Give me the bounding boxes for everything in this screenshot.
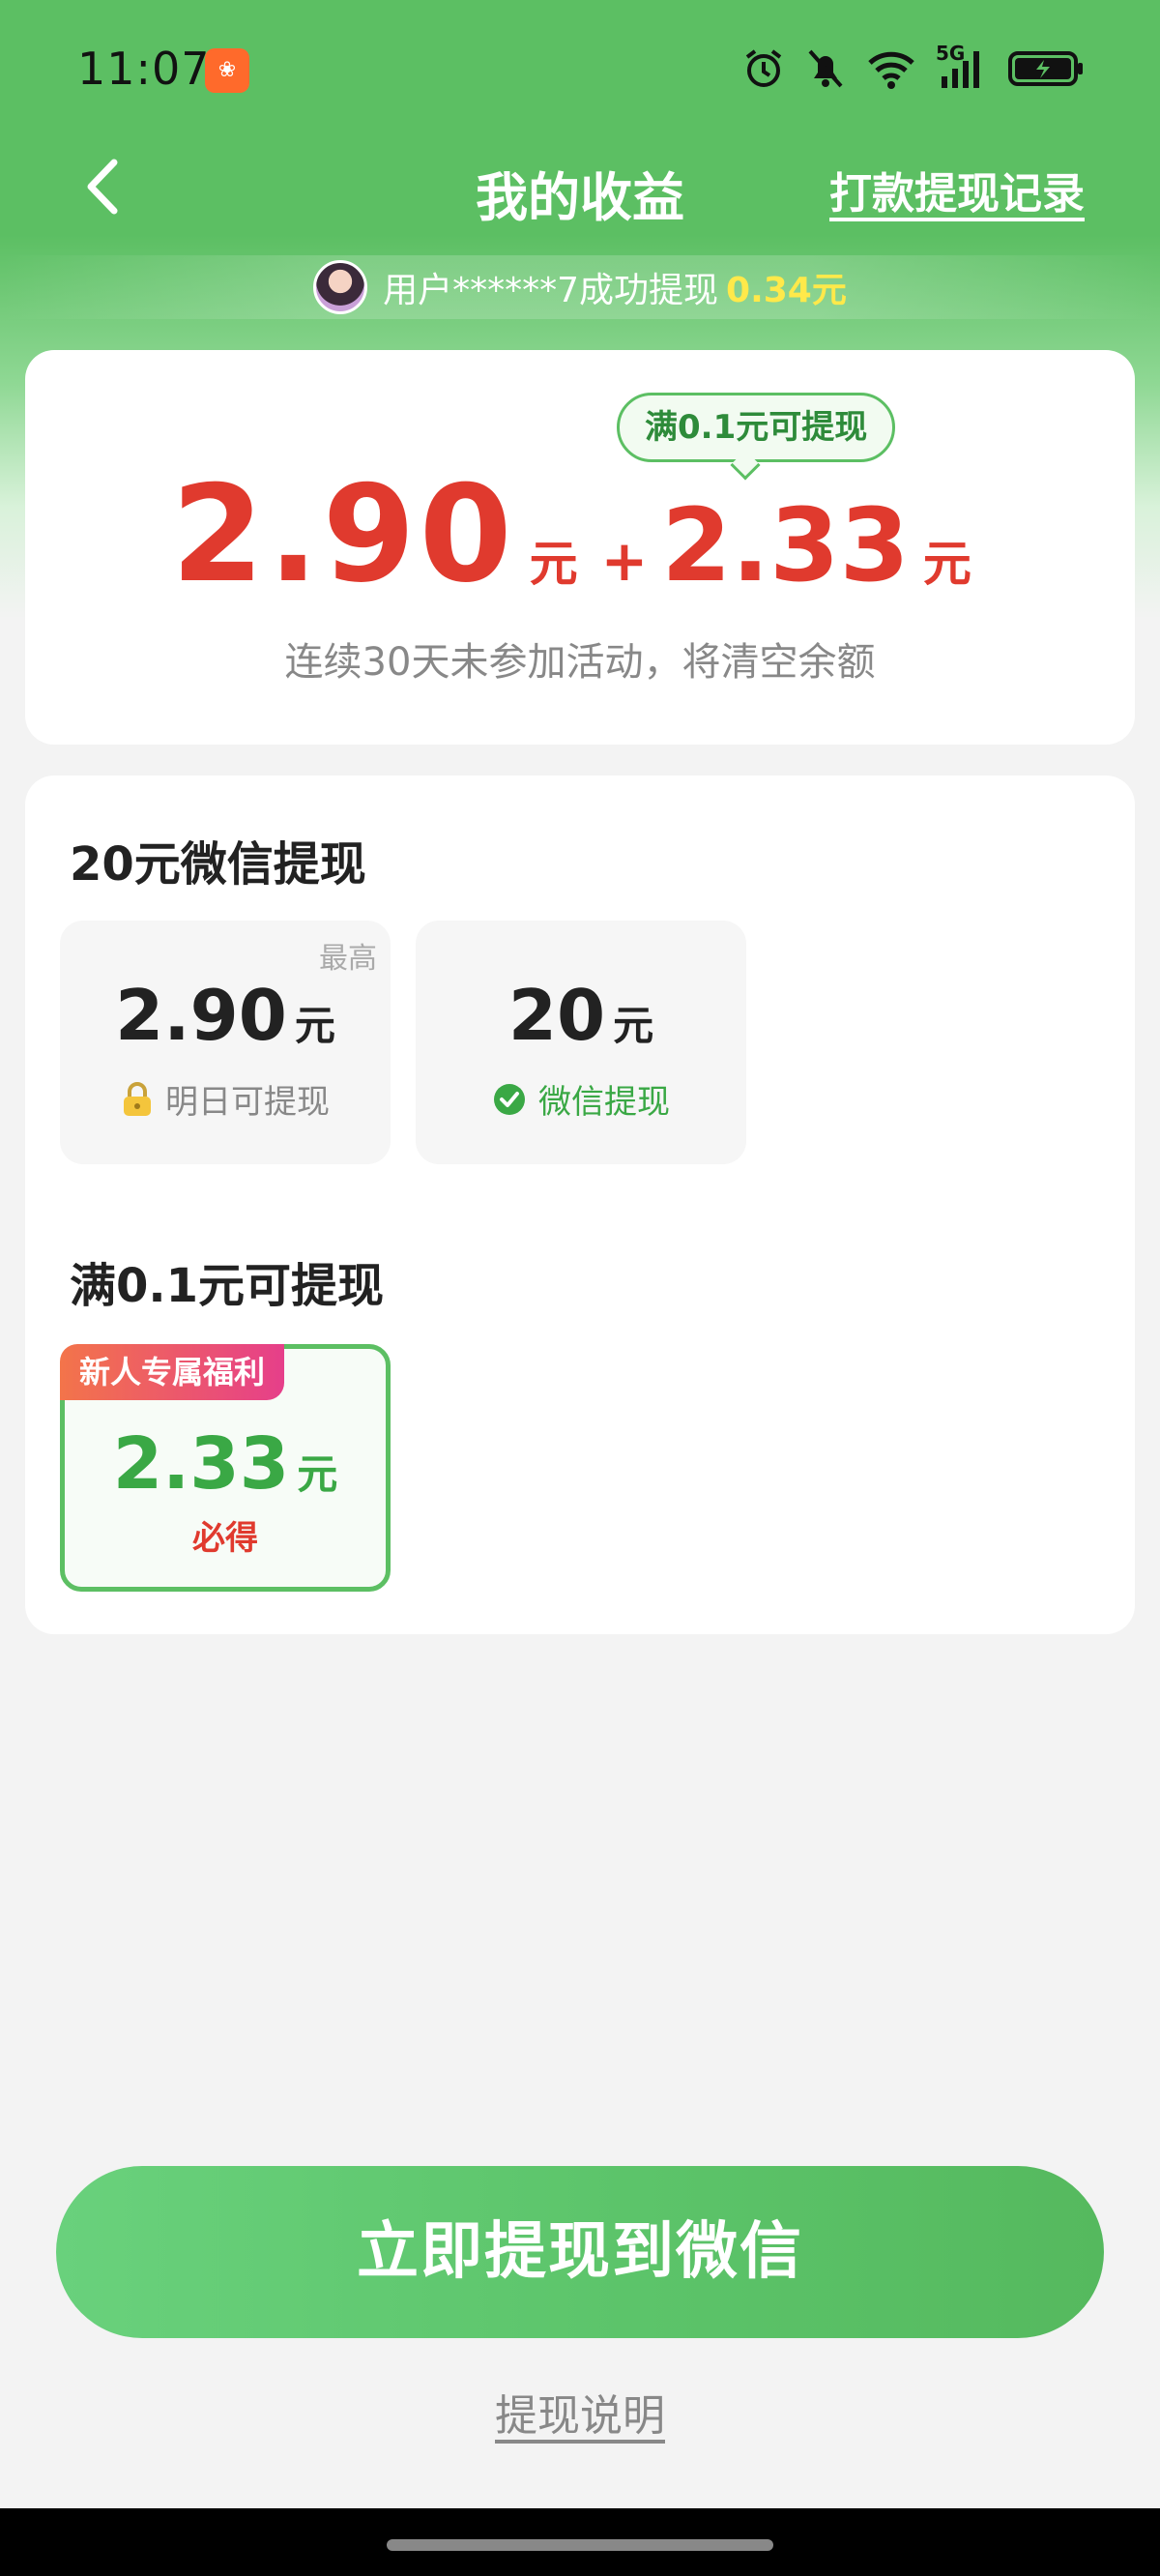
option-sub-label: 明日可提现	[165, 1083, 330, 1122]
wechat-check-icon	[494, 1083, 525, 1115]
newbie-section-title: 满0.1元可提现	[70, 1259, 385, 1313]
ticker-text: 用户******7成功提现	[383, 271, 719, 310]
newbie-reward-option[interactable]: 新人专属福利 2.33 元 必得	[60, 1344, 391, 1592]
alarm-icon	[742, 47, 785, 90]
wifi-icon	[866, 47, 916, 90]
threshold-bubble: 满0.1元可提现	[617, 393, 896, 462]
option-amount-value: 20	[508, 975, 606, 1056]
chevron-left-icon	[87, 159, 118, 215]
back-button[interactable]	[75, 153, 133, 220]
battery-icon	[1007, 47, 1085, 90]
app-notification-icon: ❀	[205, 48, 249, 93]
option-amount-unit: 元	[613, 1002, 654, 1049]
home-indicator[interactable]	[387, 2539, 773, 2551]
newbie-amount-value: 2.33	[112, 1422, 290, 1506]
withdraw-records-link[interactable]: 打款提现记录	[829, 159, 1085, 220]
option-amount-value: 2.90	[115, 975, 287, 1056]
option-corner-label: 最高	[319, 942, 377, 976]
mute-bell-icon	[806, 47, 845, 90]
status-icons: 5G	[742, 42, 1085, 93]
withdraw-option-20[interactable]: 20 元 微信提现	[416, 921, 746, 1164]
newbie-amount: 2.33 元	[65, 1422, 386, 1506]
option-sub-label: 微信提现	[538, 1083, 670, 1122]
withdraw-option-2-90[interactable]: 最高 2.90 元 明日可提现	[60, 921, 391, 1164]
plus-sign: +	[600, 528, 649, 594]
withdraw-explain-link: 提现说明	[0, 2381, 1160, 2443]
lock-icon	[124, 1081, 151, 1116]
wechat-section-title: 20元微信提现	[70, 837, 366, 892]
balance-main-unit: 元	[529, 536, 578, 592]
option-amount: 2.90 元	[60, 975, 391, 1056]
withdraw-to-wechat-button[interactable]: 立即提现到微信	[56, 2166, 1104, 2338]
option-sub: 明日可提现	[60, 1075, 391, 1123]
balance-card: 满0.1元可提现 2.90 元 + 2.33 元 连续30天未参加活动，将清空余…	[25, 350, 1135, 745]
balance-bonus-unit: 元	[922, 536, 972, 592]
balance-main-amount: 2.90	[171, 456, 516, 612]
balance-bonus-amount: 2.33	[661, 486, 910, 604]
ticker-amount: 0.34元	[726, 271, 847, 310]
network-type: 5G	[936, 42, 966, 65]
withdraw-options-card: 20元微信提现 最高 2.90 元 明日可提现 20 元 微信提现 满0.1元可提现…	[25, 776, 1135, 1634]
signal-icon: 5G	[936, 42, 986, 90]
withdraw-ticker: 用户******7成功提现 0.34元	[0, 255, 1160, 319]
avatar	[313, 260, 368, 314]
withdraw-explain-label[interactable]: 提现说明	[495, 2391, 665, 2441]
status-bar: 11:07 ❀ 5G	[0, 0, 1160, 145]
option-amount: 20 元	[416, 975, 746, 1056]
newbie-guaranteed: 必得	[192, 1519, 258, 1558]
newbie-tag: 新人专属福利	[60, 1344, 285, 1400]
newbie-amount-unit: 元	[297, 1450, 338, 1498]
option-amount-unit: 元	[294, 1002, 335, 1049]
option-sub: 微信提现	[416, 1075, 746, 1123]
balance-note: 连续30天未参加活动，将清空余额	[284, 640, 876, 685]
balance-amounts: 2.90 元 + 2.33 元	[25, 456, 1135, 612]
status-time: 11:07	[77, 43, 211, 95]
